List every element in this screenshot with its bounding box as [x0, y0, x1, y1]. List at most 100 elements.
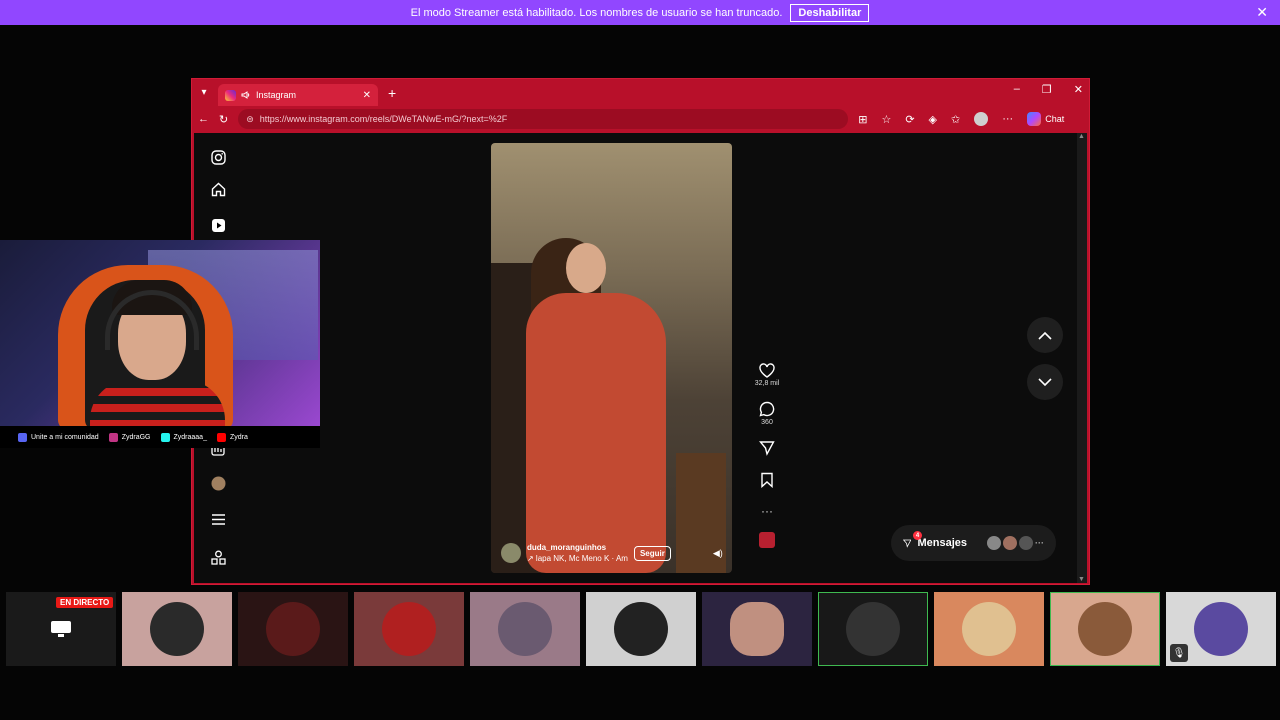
share-action: [752, 440, 782, 458]
participant-avatar: [730, 602, 784, 656]
minimize-icon[interactable]: –: [1014, 83, 1020, 96]
scroll-up-icon[interactable]: ▲: [1078, 133, 1085, 140]
social-label: Unite a mi comunidad: [31, 433, 99, 441]
participant-tile[interactable]: [934, 592, 1044, 666]
restore-icon[interactable]: ❐: [1042, 83, 1052, 96]
social-links-bar: Unite a mi comunidad ZydraGG Zydraaaa_ Z…: [0, 426, 320, 448]
tab-instagram[interactable]: Instagram ✕: [218, 84, 378, 106]
messages-button[interactable]: 4 Mensajes ···: [891, 525, 1056, 561]
direct-message-icon: [903, 539, 912, 548]
participant-tile[interactable]: [238, 592, 348, 666]
more-menu-icon[interactable]: ···: [1002, 113, 1013, 125]
instagram-reels-page: duda_moranguinhos ↗ lapa NK, Mc Meno K ·…: [194, 133, 1077, 583]
live-badge: EN DIRECTO: [56, 597, 114, 608]
volume-icon[interactable]: ◀): [713, 548, 723, 559]
discord-icon: [18, 432, 27, 442]
message-avatars: ···: [987, 536, 1044, 550]
participant-tile-camera[interactable]: [702, 592, 812, 666]
home-icon[interactable]: [210, 181, 226, 197]
reload-icon[interactable]: ↻: [219, 113, 228, 126]
messages-label: Mensajes: [917, 537, 967, 549]
tiktok-link: Zydraaaa_: [160, 432, 207, 442]
youtube-link: Zydra: [216, 432, 248, 442]
author-avatar[interactable]: [501, 543, 521, 563]
copilot-icon: [1027, 112, 1042, 126]
muted-mic-icon: 🎙: [1170, 644, 1188, 662]
disable-streamer-mode-button[interactable]: Deshabilitar: [790, 3, 870, 22]
back-arrow-icon[interactable]: ←: [198, 113, 209, 125]
previous-reel-button[interactable]: [1027, 317, 1063, 353]
participant-tile[interactable]: [818, 592, 928, 666]
chevron-up-icon: [1038, 331, 1052, 340]
screen-share-icon: [51, 621, 71, 637]
youtube-icon: [216, 432, 226, 442]
message-avatar: [1019, 536, 1033, 550]
participant-tile[interactable]: [354, 592, 464, 666]
bookmark-icon[interactable]: [760, 472, 774, 488]
scroll-down-icon[interactable]: ▼: [1078, 576, 1085, 583]
participant-tile-live-stream[interactable]: EN DIRECTO: [6, 592, 116, 666]
participant-tile[interactable]: [1050, 592, 1160, 666]
close-icon[interactable]: ✕: [1256, 4, 1268, 21]
heart-icon[interactable]: [759, 363, 775, 378]
video-person-dress: [526, 293, 666, 573]
comment-count: 360: [761, 419, 773, 426]
participant-avatar: [1078, 602, 1132, 656]
comment-action: 360: [752, 401, 782, 426]
tab-list-chevron-icon[interactable]: ▾: [192, 79, 216, 106]
extension-icon[interactable]: ⟳: [905, 113, 914, 126]
unread-badge: 4: [913, 531, 922, 540]
tiktok-icon: [160, 432, 170, 442]
favorite-star-icon[interactable]: ☆: [881, 113, 891, 126]
video-person-head: [566, 243, 606, 293]
social-label: ZydraGG: [121, 433, 151, 441]
reels-icon[interactable]: [210, 217, 226, 233]
share-icon[interactable]: [759, 440, 775, 456]
url-field[interactable]: ⊜ https://www.instagram.com/reels/DWeTAN…: [238, 109, 849, 129]
profile-avatar-icon[interactable]: [210, 475, 226, 491]
reel-video[interactable]: duda_moranguinhos ↗ lapa NK, Mc Meno K ·…: [491, 143, 732, 573]
speaker-icon[interactable]: [241, 90, 251, 100]
instagram-logo-icon[interactable]: [210, 149, 226, 165]
participant-avatar: [150, 602, 204, 656]
participant-avatar: [498, 602, 552, 656]
more-action: ···: [752, 504, 782, 518]
discord-stream-view: El modo Streamer está habilitado. Los no…: [0, 0, 1280, 720]
streamer-shirt: [90, 380, 225, 426]
more-options-icon[interactable]: ···: [761, 504, 773, 518]
participant-tile[interactable]: [470, 592, 580, 666]
author-text: duda_moranguinhos ↗ lapa NK, Mc Meno K ·…: [527, 543, 628, 563]
window-controls: – ❐ ✕: [1014, 83, 1083, 96]
audio-track[interactable]: ↗ lapa NK, Mc Meno K · Am: [527, 554, 628, 563]
comment-icon[interactable]: [759, 401, 775, 417]
audio-thumbnail[interactable]: [759, 532, 775, 548]
favorites-icon[interactable]: ✩: [951, 113, 960, 126]
page-scrollbar[interactable]: ▲ ▼: [1077, 133, 1087, 583]
author-username[interactable]: duda_moranguinhos: [527, 543, 628, 552]
site-info-icon[interactable]: ⊜: [246, 114, 254, 125]
participant-tile[interactable]: [586, 592, 696, 666]
profile-avatar[interactable]: [974, 112, 989, 126]
participant-avatar: [614, 602, 668, 656]
url-text: https://www.instagram.com/reels/DWeTANwE…: [259, 114, 508, 124]
participant-tile[interactable]: [122, 592, 232, 666]
window-close-icon[interactable]: ✕: [1074, 83, 1083, 96]
streamer-mode-banner: El modo Streamer está habilitado. Los no…: [0, 0, 1280, 25]
social-label: Zydraaaa_: [173, 433, 207, 441]
instagram-link: ZydraGG: [108, 432, 151, 442]
participant-tile[interactable]: 🎙: [1166, 592, 1276, 666]
copilot-chat-button[interactable]: Chat: [1027, 112, 1064, 126]
menu-icon[interactable]: [210, 511, 226, 527]
next-reel-button[interactable]: [1027, 364, 1063, 400]
shield-icon[interactable]: ◈: [929, 113, 937, 126]
app-install-icon[interactable]: ⊞: [858, 113, 867, 126]
participants-strip: EN DIRECTO 🎙: [6, 592, 1276, 666]
follow-button[interactable]: Seguir: [633, 545, 671, 561]
new-tab-button[interactable]: +: [388, 85, 396, 101]
also-from-meta-icon[interactable]: [210, 549, 226, 565]
tab-close-icon[interactable]: ✕: [363, 90, 371, 101]
tab-bar: ▾ Instagram ✕ + – ❐ ✕: [192, 79, 1089, 106]
instagram-favicon-icon: [225, 89, 236, 101]
participant-avatar: [962, 602, 1016, 656]
browser-window: ▾ Instagram ✕ + – ❐ ✕ ← ↻ ⊜ https://www.…: [191, 78, 1090, 585]
